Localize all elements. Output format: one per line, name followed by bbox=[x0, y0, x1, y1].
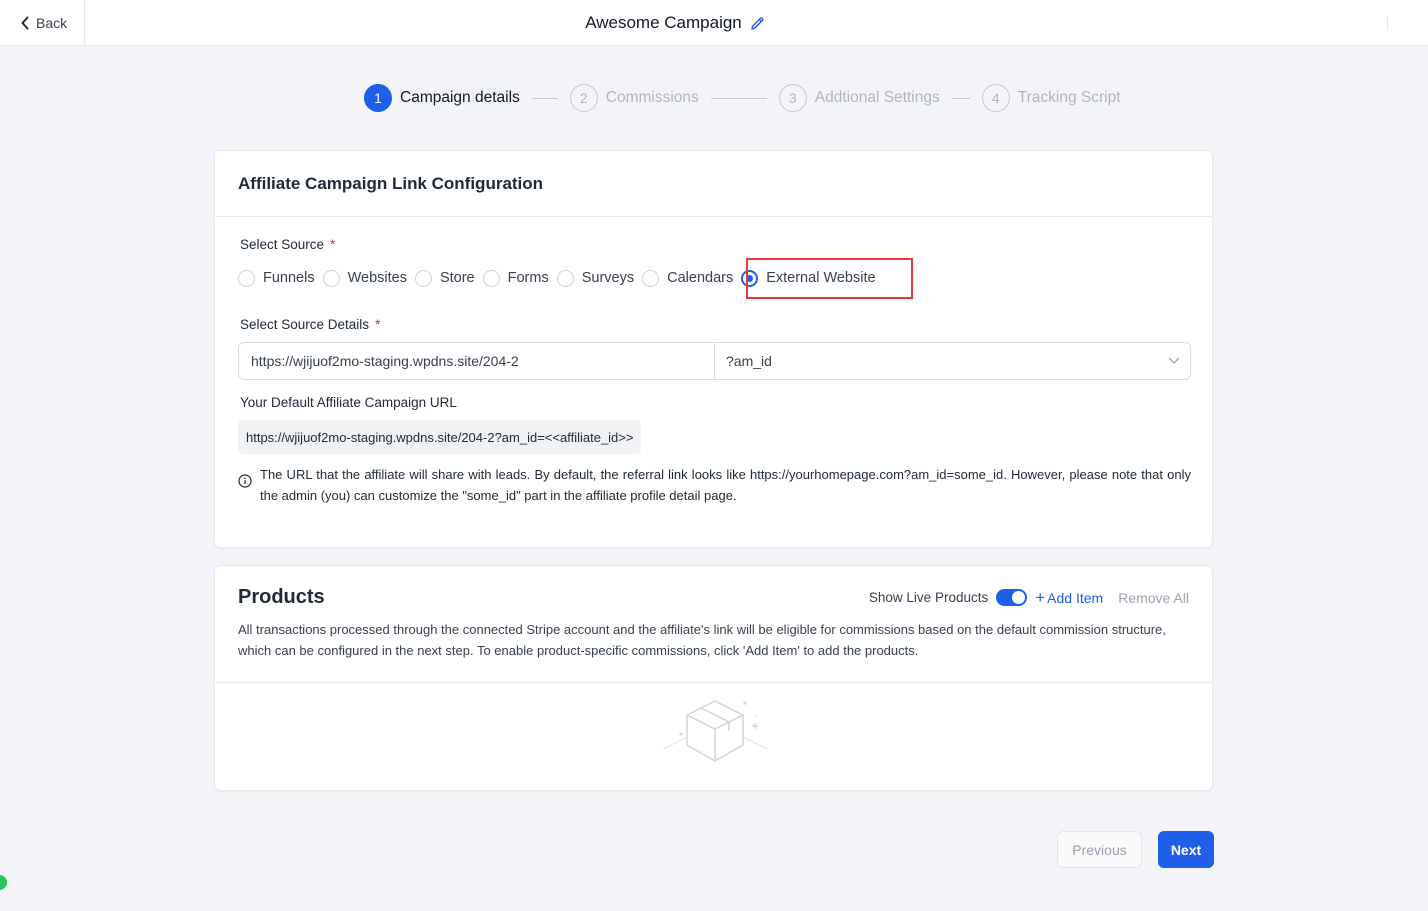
radio-external-website[interactable]: External Website bbox=[741, 269, 876, 287]
status-indicator bbox=[0, 875, 7, 890]
add-item-label: Add Item bbox=[1047, 589, 1104, 606]
step-label: Commissions bbox=[605, 89, 699, 106]
radio-label: Calendars bbox=[667, 270, 734, 286]
show-live-label: Show Live Products bbox=[868, 590, 989, 605]
radio-circle[interactable] bbox=[482, 269, 500, 287]
add-item-button[interactable]: + Add Item bbox=[1035, 589, 1103, 606]
step-campaign-details[interactable]: 1 Campaign details bbox=[364, 84, 520, 112]
top-bar: Back Awesome Campaign bbox=[0, 0, 1428, 46]
step-commissions[interactable]: 2 Commissions bbox=[569, 84, 699, 112]
step-additional-settings[interactable]: 3 Addtional Settings bbox=[778, 84, 940, 112]
default-url-label: Your Default Affiliate Campaign URL bbox=[240, 395, 457, 410]
source-details-label: Select Source Details * bbox=[240, 317, 380, 332]
info-circle-icon bbox=[238, 474, 252, 488]
required-mark: * bbox=[375, 317, 381, 332]
param-value: ?am_id bbox=[726, 353, 772, 369]
radio-circle[interactable] bbox=[556, 269, 574, 287]
radio-funnels[interactable]: Funnels bbox=[238, 269, 315, 287]
radio-circle[interactable] bbox=[642, 269, 660, 287]
select-source-text: Select Source bbox=[240, 237, 325, 252]
source-url-input[interactable] bbox=[239, 343, 715, 379]
radio-label: Store bbox=[439, 270, 475, 286]
products-title: Products bbox=[238, 586, 325, 608]
step-label: Tracking Script bbox=[1017, 89, 1121, 106]
empty-box-icon bbox=[659, 697, 771, 774]
radio-circle[interactable] bbox=[322, 269, 340, 287]
step-connector bbox=[531, 97, 558, 99]
radio-label: External Website bbox=[766, 270, 876, 286]
radio-label: Forms bbox=[507, 270, 549, 286]
param-select[interactable]: ?am_id bbox=[715, 343, 1190, 379]
show-live-toggle[interactable] bbox=[996, 589, 1028, 606]
step-number: 2 bbox=[569, 84, 598, 112]
step-connector bbox=[951, 97, 970, 99]
radio-surveys[interactable]: Surveys bbox=[556, 269, 635, 287]
radio-circle[interactable] bbox=[238, 269, 255, 287]
info-text: The URL that the affiliate will share wi… bbox=[260, 467, 1191, 503]
required-mark: * bbox=[330, 237, 336, 252]
source-details-group: ?am_id bbox=[238, 342, 1191, 380]
topbar-divider bbox=[1387, 16, 1388, 30]
step-connector bbox=[710, 97, 767, 99]
radio-dot bbox=[746, 274, 754, 282]
radio-calendars[interactable]: Calendars bbox=[642, 269, 734, 287]
page-title: Awesome Campaign bbox=[585, 13, 742, 32]
pencil-icon[interactable] bbox=[750, 16, 765, 31]
step-label: Addtional Settings bbox=[814, 89, 940, 106]
link-config-card: Affiliate Campaign Link Configuration Se… bbox=[214, 150, 1213, 548]
products-divider bbox=[215, 682, 1212, 683]
step-number: 3 bbox=[778, 84, 807, 112]
radio-label: Funnels bbox=[263, 270, 315, 286]
radio-circle[interactable] bbox=[414, 269, 432, 287]
title-area: Awesome Campaign bbox=[0, 0, 1350, 46]
radio-forms[interactable]: Forms bbox=[482, 269, 549, 287]
step-number: 4 bbox=[981, 84, 1010, 112]
radio-label: Surveys bbox=[581, 270, 635, 286]
info-note: The URL that the affiliate will share wi… bbox=[238, 464, 1191, 506]
select-source-label: Select Source * bbox=[240, 237, 335, 252]
previous-button[interactable]: Previous bbox=[1057, 831, 1142, 868]
remove-all-button[interactable]: Remove All bbox=[1118, 590, 1189, 606]
step-number: 1 bbox=[364, 84, 392, 112]
source-radio-group: Funnels Websites Store Forms Surveys Cal… bbox=[238, 266, 884, 290]
card-header: Affiliate Campaign Link Configuration bbox=[215, 151, 1212, 217]
stepper: 1 Campaign details 2 Commissions 3 Addti… bbox=[364, 83, 1121, 113]
next-button[interactable]: Next bbox=[1158, 831, 1214, 868]
source-details-text: Select Source Details bbox=[240, 317, 370, 332]
radio-circle[interactable] bbox=[741, 269, 759, 287]
radio-store[interactable]: Store bbox=[414, 269, 475, 287]
step-tracking-script[interactable]: 4 Tracking Script bbox=[981, 84, 1121, 112]
step-label: Campaign details bbox=[400, 89, 520, 106]
toggle-knob bbox=[1012, 591, 1026, 604]
products-card: Products Show Live Products + Add Item Re… bbox=[214, 565, 1213, 791]
products-actions: Show Live Products + Add Item Remove All bbox=[869, 589, 1189, 606]
chevron-down-icon bbox=[1168, 357, 1180, 364]
link-config-title: Affiliate Campaign Link Configuration bbox=[238, 173, 544, 193]
default-url-value: https://wjijuof2mo-staging.wpdns.site/20… bbox=[238, 420, 642, 454]
plus-icon: + bbox=[1035, 588, 1046, 607]
radio-label: Websites bbox=[347, 270, 407, 286]
radio-websites[interactable]: Websites bbox=[322, 269, 407, 287]
products-description: All transactions processed through the c… bbox=[238, 622, 1166, 658]
